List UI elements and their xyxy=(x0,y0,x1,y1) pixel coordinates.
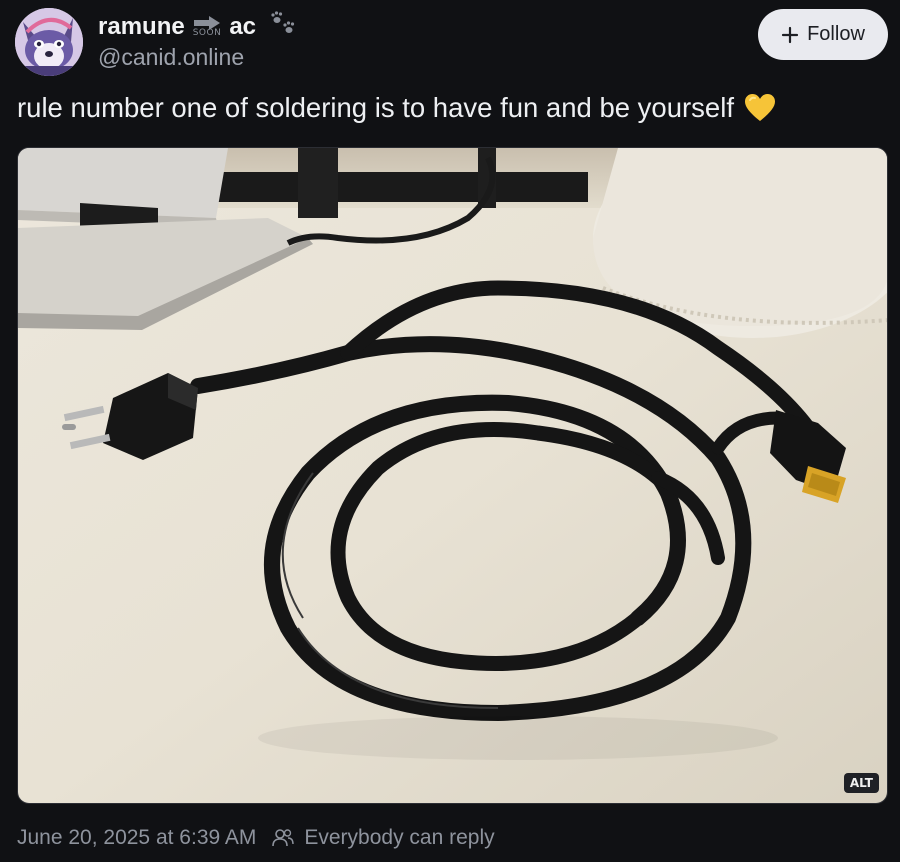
plus-icon xyxy=(781,26,799,43)
author-name-left: ramune xyxy=(98,13,185,40)
follow-label: Follow xyxy=(807,23,865,45)
author-name[interactable]: ramune SOON ac xyxy=(98,11,298,42)
post-footer: June 20, 2025 at 6:39 AM Everybody can r… xyxy=(17,826,495,850)
wolf-avatar-icon xyxy=(15,8,83,76)
people-icon xyxy=(272,828,295,848)
post-image[interactable]: ALT xyxy=(17,147,888,804)
follow-button[interactable]: Follow xyxy=(758,9,888,60)
post-text-content: rule number one of soldering is to have … xyxy=(17,92,734,123)
timestamp[interactable]: June 20, 2025 at 6:39 AM xyxy=(17,826,256,850)
soon-label: SOON xyxy=(192,28,222,38)
yellow-heart-icon xyxy=(744,94,775,121)
avatar[interactable] xyxy=(15,8,83,76)
alt-badge[interactable]: ALT xyxy=(843,773,879,793)
soon-arrow: SOON xyxy=(193,16,222,38)
author-name-right: ac xyxy=(229,13,257,40)
reply-setting[interactable]: Everybody can reply xyxy=(304,826,494,850)
post-text: rule number one of soldering is to have … xyxy=(17,92,776,124)
author-handle[interactable]: @canid.online xyxy=(98,44,244,71)
cable-photo xyxy=(18,148,887,803)
paw-prints-icon xyxy=(271,11,295,33)
